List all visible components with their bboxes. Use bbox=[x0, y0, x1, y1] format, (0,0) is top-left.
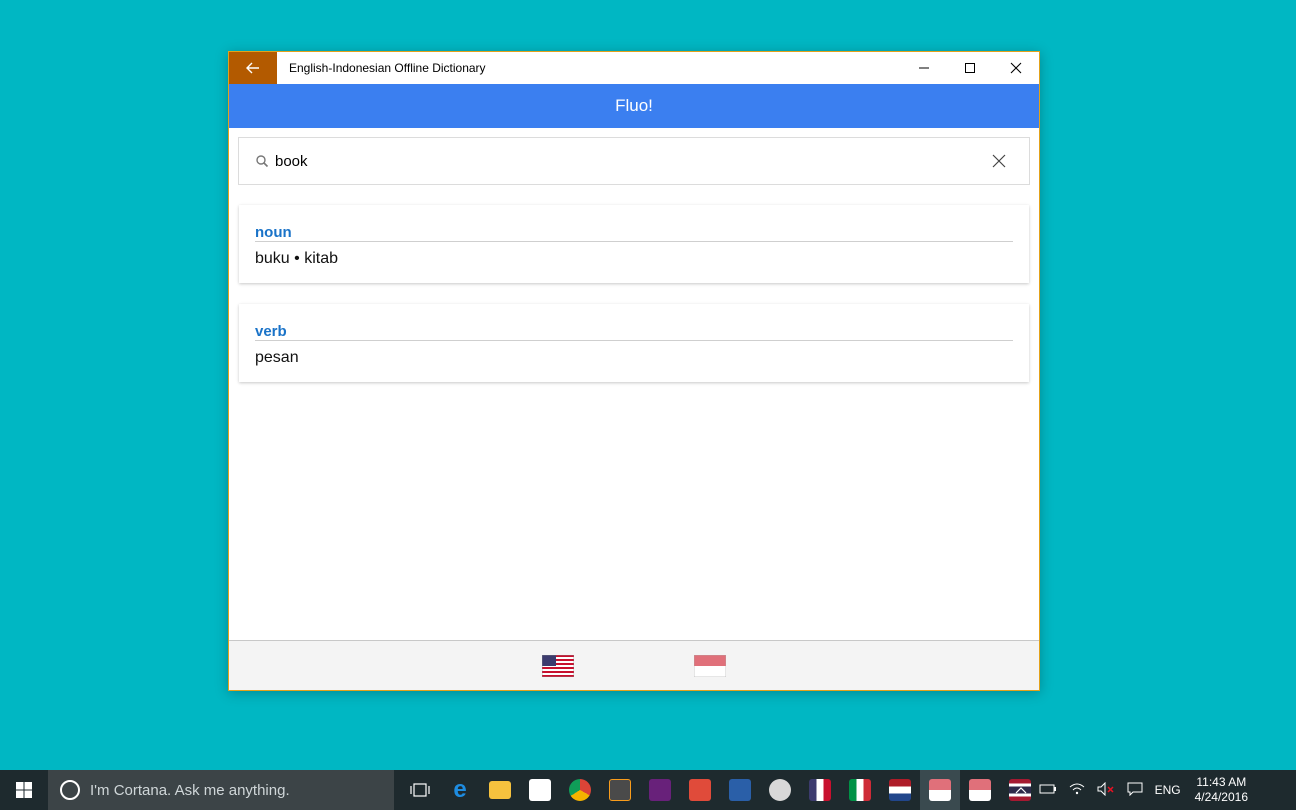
close-window-button[interactable] bbox=[993, 52, 1039, 84]
app-icon bbox=[689, 779, 711, 801]
show-hidden-icons-button[interactable] bbox=[1009, 783, 1033, 797]
maximize-button[interactable] bbox=[947, 52, 993, 84]
task-view-button[interactable] bbox=[400, 770, 440, 810]
edge-taskbar-button[interactable]: e bbox=[440, 770, 480, 810]
maximize-icon bbox=[965, 63, 975, 73]
dictionary-flag-icon bbox=[929, 779, 951, 801]
system-tray: ENG 11:43 AM 4/24/2016 bbox=[1009, 770, 1296, 810]
clock-date: 4/24/2016 bbox=[1194, 790, 1248, 804]
window-title: English-Indonesian Offline Dictionary bbox=[289, 61, 486, 75]
search-input[interactable] bbox=[275, 146, 979, 176]
dictionary-app-taskbar-button[interactable] bbox=[840, 770, 880, 810]
search-icon bbox=[256, 155, 269, 168]
clock[interactable]: 11:43 AM 4/24/2016 bbox=[1187, 775, 1256, 805]
edge-icon: e bbox=[453, 776, 467, 803]
dictionary-flag-icon bbox=[969, 779, 991, 801]
cortana-search-box[interactable]: I'm Cortana. Ask me anything. bbox=[48, 770, 394, 810]
sublime-icon bbox=[609, 779, 631, 801]
powershell-icon bbox=[729, 779, 751, 801]
divider bbox=[255, 241, 1013, 242]
back-button[interactable] bbox=[229, 52, 277, 84]
cortana-icon bbox=[60, 780, 80, 800]
indonesia-flag-icon[interactable] bbox=[694, 655, 726, 677]
chrome-taskbar-button[interactable] bbox=[560, 770, 600, 810]
sublime-taskbar-button[interactable] bbox=[600, 770, 640, 810]
minimize-button[interactable] bbox=[901, 52, 947, 84]
part-of-speech: noun bbox=[255, 224, 292, 241]
dictionary-app-taskbar-button-active[interactable] bbox=[920, 770, 960, 810]
translation-text: buku • kitab bbox=[255, 250, 338, 267]
close-icon bbox=[1010, 62, 1022, 74]
close-icon bbox=[992, 154, 1006, 168]
dictionary-app-taskbar-button[interactable] bbox=[960, 770, 1000, 810]
clock-time: 11:43 AM bbox=[1196, 775, 1247, 789]
translation-text: pesan bbox=[255, 349, 299, 366]
divider bbox=[255, 340, 1013, 341]
volume-muted-icon bbox=[1097, 781, 1114, 796]
chevron-up-icon bbox=[1015, 787, 1027, 794]
title-bar: English-Indonesian Offline Dictionary bbox=[229, 52, 1039, 84]
dictionary-app-taskbar-button[interactable] bbox=[800, 770, 840, 810]
chrome-icon bbox=[569, 779, 591, 801]
result-card: verb pesan bbox=[239, 304, 1029, 382]
language-bar bbox=[229, 640, 1039, 690]
task-view-icon bbox=[410, 783, 430, 797]
cortana-placeholder: I'm Cortana. Ask me anything. bbox=[90, 781, 290, 799]
arrow-left-icon bbox=[246, 62, 259, 74]
app-taskbar-button[interactable] bbox=[680, 770, 720, 810]
windows-logo-icon bbox=[16, 782, 32, 798]
taskbar: I'm Cortana. Ask me anything. e ENG 11:4… bbox=[0, 770, 1296, 810]
store-taskbar-button[interactable] bbox=[520, 770, 560, 810]
message-icon bbox=[1127, 782, 1143, 796]
network-button[interactable] bbox=[1063, 783, 1091, 798]
result-card: noun buku • kitab bbox=[239, 205, 1029, 283]
powershell-taskbar-button[interactable] bbox=[720, 770, 760, 810]
app-window: English-Indonesian Offline Dictionary Fl… bbox=[228, 51, 1040, 691]
part-of-speech: verb bbox=[255, 323, 287, 340]
dictionary-app-taskbar-button[interactable] bbox=[880, 770, 920, 810]
snipping-tool-icon bbox=[769, 779, 791, 801]
search-box[interactable] bbox=[238, 137, 1030, 185]
input-language[interactable]: ENG bbox=[1149, 783, 1187, 797]
app-header: Fluo! bbox=[229, 84, 1039, 128]
store-icon bbox=[529, 779, 551, 801]
wifi-icon bbox=[1069, 783, 1084, 794]
start-button[interactable] bbox=[0, 770, 48, 810]
action-center-button[interactable] bbox=[1121, 782, 1149, 799]
folder-icon bbox=[489, 781, 511, 799]
snipping-tool-taskbar-button[interactable] bbox=[760, 770, 800, 810]
show-desktop-button[interactable] bbox=[1256, 770, 1296, 810]
clear-search-button[interactable] bbox=[979, 141, 1019, 181]
battery-button[interactable] bbox=[1033, 783, 1063, 797]
dictionary-flag-icon bbox=[849, 779, 871, 801]
visual-studio-taskbar-button[interactable] bbox=[640, 770, 680, 810]
us-flag-icon[interactable] bbox=[542, 655, 574, 677]
dictionary-flag-icon bbox=[809, 779, 831, 801]
app-header-title: Fluo! bbox=[615, 96, 653, 115]
file-explorer-taskbar-button[interactable] bbox=[480, 770, 520, 810]
volume-button[interactable] bbox=[1091, 781, 1121, 799]
battery-icon bbox=[1039, 784, 1056, 794]
minimize-icon bbox=[919, 67, 929, 69]
dictionary-flag-icon bbox=[889, 779, 911, 801]
visual-studio-icon bbox=[649, 779, 671, 801]
